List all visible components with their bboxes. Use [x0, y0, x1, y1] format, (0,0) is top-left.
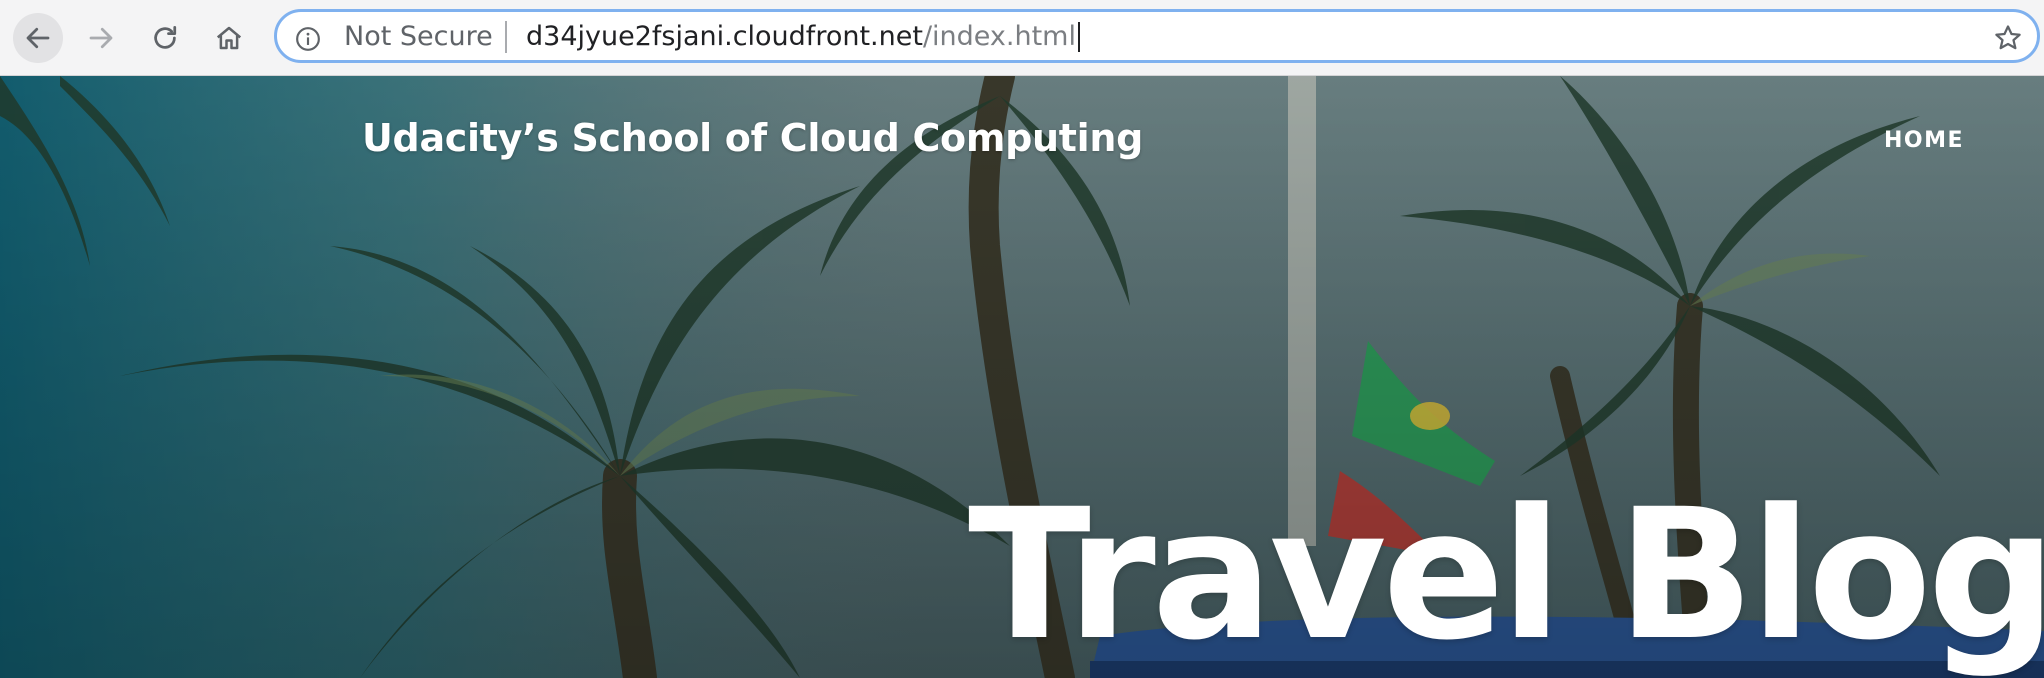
url-host: d34jyue2fsjani.cloudfront.net	[526, 21, 923, 52]
info-icon[interactable]	[295, 26, 321, 52]
home-button[interactable]	[204, 13, 254, 63]
home-icon	[216, 26, 242, 50]
forward-button[interactable]	[76, 13, 126, 63]
back-button[interactable]	[13, 13, 63, 63]
reload-button[interactable]	[140, 13, 190, 63]
text-caret	[1078, 22, 1080, 52]
address-bar[interactable]: Not Secure d34jyue2fsjani.cloudfront.net…	[274, 9, 2040, 63]
site-title[interactable]: Udacity’s School of Cloud Computing	[362, 116, 1143, 160]
arrow-right-icon	[89, 27, 113, 49]
reload-icon	[154, 26, 177, 49]
address-divider	[505, 21, 507, 53]
security-indicator[interactable]: Not Secure	[344, 22, 493, 52]
hero-section: Udacity’s School of Cloud Computing HOME…	[0, 76, 2044, 678]
nav-link-home[interactable]: HOME	[1884, 128, 1964, 153]
url-path: /index.html	[922, 21, 1076, 52]
browser-toolbar: Not Secure d34jyue2fsjani.cloudfront.net…	[0, 0, 2044, 76]
arrow-left-icon	[26, 27, 50, 49]
url-text[interactable]: d34jyue2fsjani.cloudfront.net/index.html	[526, 22, 1080, 52]
star-icon[interactable]	[1993, 23, 2023, 53]
hero-heading: Travel Blog	[968, 471, 2044, 678]
